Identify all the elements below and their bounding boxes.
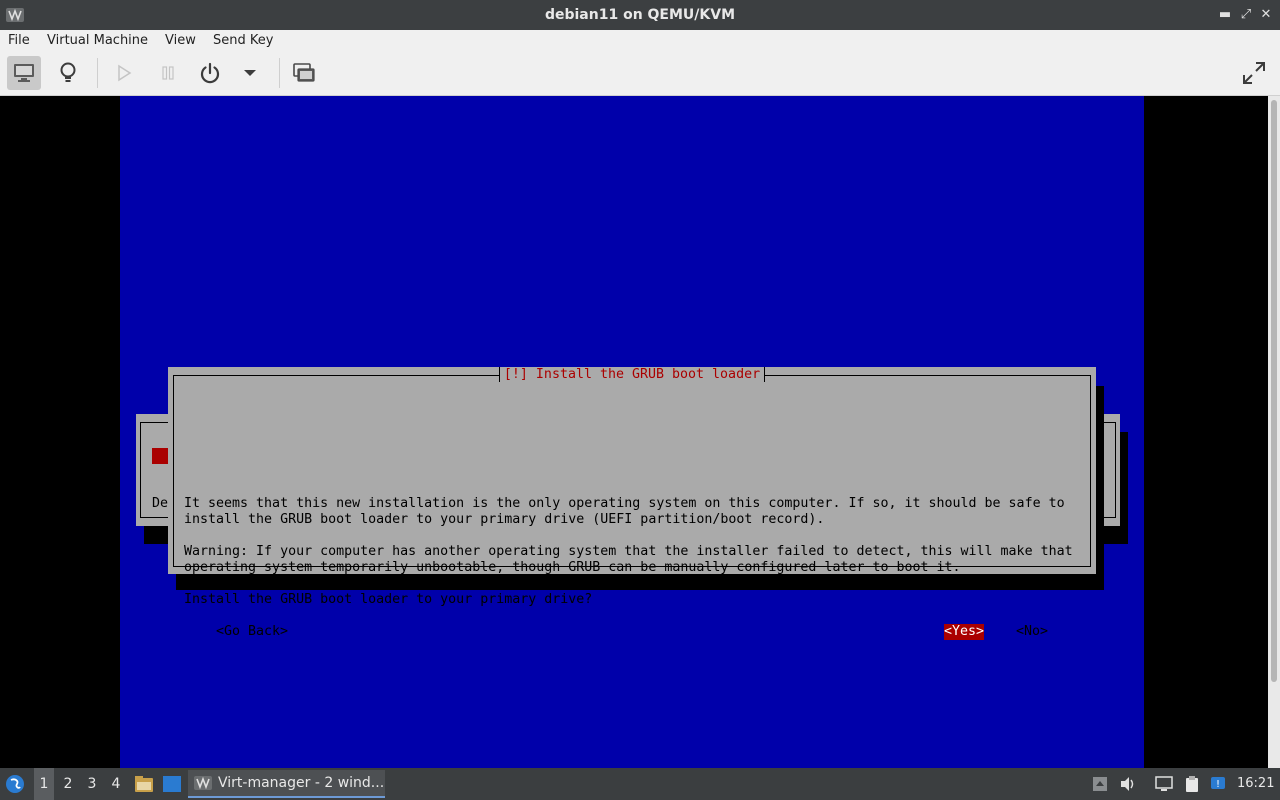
pause-icon (162, 66, 174, 80)
notification-icon[interactable]: ! (1209, 775, 1227, 793)
file-manager-icon[interactable] (134, 775, 154, 793)
menu-virtual-machine[interactable]: Virtual Machine (47, 30, 148, 52)
toolbar (0, 52, 1280, 96)
pause-button[interactable] (151, 56, 185, 90)
menu-view[interactable]: View (165, 30, 196, 52)
close-icon[interactable]: ✕ (1257, 5, 1275, 25)
show-details-button[interactable] (51, 56, 85, 90)
tray-up-arrow-icon[interactable] (1091, 775, 1109, 793)
play-icon (118, 64, 132, 82)
shutdown-button[interactable] (193, 56, 227, 90)
workspace-4[interactable]: 4 (106, 768, 126, 800)
dialog-warning-line: Warning: If your computer has another op… (184, 544, 1073, 559)
background-dialog-text: De (152, 496, 169, 511)
no-button[interactable]: <No> (1016, 624, 1048, 640)
run-button[interactable] (107, 56, 141, 90)
toolbar-separator (279, 58, 280, 88)
snapshots-icon (293, 63, 315, 82)
scrollbar-thumb[interactable] (1271, 100, 1277, 682)
menu-file[interactable]: File (8, 30, 30, 52)
virt-manager-icon (194, 776, 212, 790)
chevron-down-icon (244, 70, 256, 76)
workspace-2[interactable]: 2 (58, 768, 78, 800)
snapshots-button[interactable] (287, 56, 321, 90)
vertical-scrollbar[interactable] (1268, 96, 1280, 768)
network-icon[interactable] (1155, 775, 1173, 793)
shutdown-menu-button[interactable] (233, 56, 267, 90)
menu-send-key[interactable]: Send Key (213, 30, 273, 52)
fullscreen-button[interactable] (1237, 56, 1271, 90)
clock[interactable]: 16:21 (1237, 768, 1274, 800)
go-back-button[interactable]: <Go Back> (216, 624, 288, 640)
grub-dialog-title-text: [!] Install the GRUB boot loader (498, 367, 766, 382)
task-label: Virt-manager - 2 wind... (218, 775, 385, 791)
volume-icon[interactable] (1119, 775, 1137, 793)
grub-dialog-title: [!] Install the GRUB boot loader (168, 367, 1096, 383)
workspace-3[interactable]: 3 (82, 768, 102, 800)
maximize-icon[interactable]: ⤢ (1237, 5, 1255, 25)
installer-screen[interactable]: De [!] Install the GRUB boot loader It s… (120, 96, 1144, 768)
dialog-warning-line: operating system temporarily unbootable,… (184, 560, 961, 575)
grub-dialog-frame (173, 375, 1091, 567)
taskbar-task-virt-manager[interactable]: Virt-manager - 2 wind... (188, 770, 385, 798)
clipboard-icon[interactable] (1183, 775, 1201, 793)
grub-dialog: [!] Install the GRUB boot loader It seem… (168, 367, 1096, 640)
window-titlebar: debian11 on QEMU/KVM ▬ ⤢ ✕ (0, 0, 1280, 30)
power-icon (200, 62, 220, 84)
dialog-text-line: It seems that this new installation is t… (184, 496, 1065, 511)
taskbar: 1 2 3 4 Virt-manager - 2 wind... ! 16:21 (0, 768, 1280, 800)
monitor-icon (14, 64, 34, 82)
lightbulb-icon (60, 62, 76, 82)
svg-text:!: ! (1216, 779, 1220, 790)
dialog-question: Install the GRUB boot loader to your pri… (184, 592, 593, 607)
workspace-1[interactable]: 1 (34, 768, 54, 800)
start-menu-icon[interactable] (5, 774, 25, 794)
window-title: debian11 on QEMU/KVM (544, 7, 736, 23)
show-console-button[interactable] (7, 56, 41, 90)
yes-button[interactable]: <Yes> (944, 624, 985, 640)
menu-bar: File Virtual Machine View Send Key (0, 30, 1280, 52)
fullscreen-icon (1243, 62, 1265, 84)
minimize-icon[interactable]: ▬ (1216, 5, 1234, 25)
background-dialog-marker (152, 448, 168, 464)
dialog-text-line: install the GRUB boot loader to your pri… (184, 512, 825, 527)
toolbar-separator (97, 58, 98, 88)
show-desktop-icon[interactable] (162, 775, 182, 793)
